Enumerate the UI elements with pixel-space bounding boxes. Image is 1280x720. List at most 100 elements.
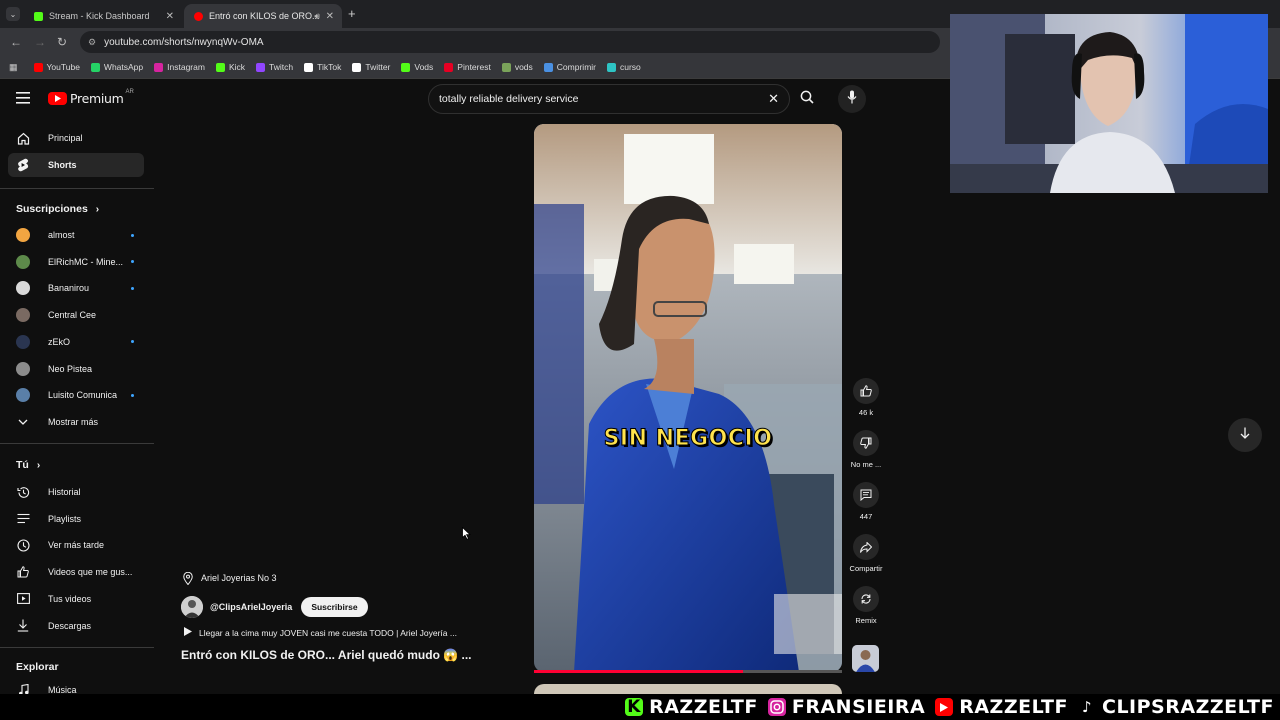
- bookmark-twitch[interactable]: Twitch: [256, 62, 293, 72]
- search-input[interactable]: totally reliable delivery service ✕: [428, 84, 790, 114]
- video-progress-bar[interactable]: [534, 670, 842, 673]
- search-button[interactable]: [790, 84, 824, 114]
- bookmark-pinterest[interactable]: Pinterest: [444, 62, 491, 72]
- sidebar-item-shorts[interactable]: Shorts: [8, 153, 144, 177]
- banner-handle: RAZZELTF: [649, 696, 758, 718]
- bookmark-youtube[interactable]: YouTube: [33, 62, 80, 72]
- subscription-item[interactable]: Luisito Comunica: [8, 383, 144, 407]
- bookmark-label: YouTube: [46, 62, 80, 72]
- dislike-button[interactable]: No me ...: [848, 430, 884, 469]
- bookmark-label: Kick: [228, 62, 245, 72]
- explore-title: Explorar: [16, 661, 59, 673]
- subscription-item[interactable]: zEkO: [8, 330, 144, 354]
- location-pin-icon: [181, 571, 195, 585]
- sidebar-item-principal[interactable]: Principal: [8, 126, 144, 150]
- location-tag[interactable]: Ariel Joyerias No 3: [181, 568, 501, 588]
- subscription-name: almost: [48, 230, 75, 240]
- sidebar-divider: [0, 188, 154, 189]
- related-video-title: Llegar a la cima muy JOVEN casi me cuest…: [199, 627, 457, 638]
- channel-avatar[interactable]: [181, 596, 203, 618]
- subscription-item[interactable]: Bananirou: [8, 276, 144, 300]
- banner-handle: RAZZELTF: [959, 696, 1068, 718]
- bookmark-twitter-icon: [352, 62, 362, 72]
- like-button[interactable]: 46 k: [848, 378, 884, 417]
- your-videos-icon: [16, 592, 30, 606]
- comments-button[interactable]: 447: [848, 482, 884, 521]
- bookmark-kick[interactable]: Kick: [215, 62, 245, 72]
- clear-search-icon[interactable]: ✕: [768, 91, 779, 107]
- short-video-player[interactable]: SIN NEGOCIO: [534, 124, 842, 672]
- subscriptions-heading[interactable]: Suscripciones ›: [16, 203, 99, 215]
- location-name: Ariel Joyerias No 3: [201, 573, 277, 583]
- arrow-down-icon: [1240, 426, 1250, 444]
- subscription-name: Central Cee: [48, 310, 97, 321]
- subscription-item[interactable]: ElRichMC - Mine...: [8, 250, 144, 274]
- video-frame: [534, 124, 842, 672]
- subscribe-button[interactable]: Suscribirse: [301, 597, 368, 617]
- tab-search-button[interactable]: ⌄: [6, 7, 20, 21]
- youtube-premium-logo[interactable]: Premium AR: [48, 89, 134, 106]
- new-tab-icon[interactable]: +: [348, 6, 356, 21]
- new-content-dot: [131, 233, 134, 237]
- voice-search-button[interactable]: [838, 85, 866, 113]
- bookmark-instagram-icon: [154, 62, 164, 72]
- bookmark-comprimir-icon: [543, 62, 553, 72]
- bookmark-instagram[interactable]: Instagram: [154, 62, 205, 72]
- bookmark-label: curso: [620, 62, 641, 72]
- sidebar-item-like[interactable]: Videos que me gus...: [8, 560, 144, 584]
- sidebar-item-label: Descargas: [48, 620, 92, 631]
- related-video-link[interactable]: Llegar a la cima muy JOVEN casi me cuest…: [181, 627, 501, 638]
- address-bar[interactable]: ⚙ youtube.com/shorts/nwynqWv-OMA: [80, 31, 940, 53]
- home-icon: [16, 131, 30, 145]
- bookmark-vods[interactable]: Vods: [401, 62, 433, 72]
- menu-icon[interactable]: [16, 91, 30, 109]
- new-content-dot: [131, 393, 134, 397]
- bookmark-tiktok[interactable]: TikTok: [304, 62, 341, 72]
- bookmark-curso-icon: [607, 62, 616, 72]
- bookmark-twitter[interactable]: Twitter: [352, 62, 390, 72]
- subscription-item[interactable]: Central Cee: [8, 303, 144, 327]
- share-button[interactable]: Compartir: [848, 534, 884, 573]
- bookmark-comprimir[interactable]: Comprimir: [543, 62, 596, 72]
- tab-youtube-short[interactable]: Entró con KILOS de ORO... 🔊︎ ✕: [184, 4, 342, 28]
- short-title[interactable]: Entró con KILOS de ORO... Ariel quedó mu…: [181, 648, 501, 662]
- bookmark-label: vods: [514, 62, 533, 72]
- bookmark-whatsapp[interactable]: WhatsApp: [90, 62, 143, 72]
- remix-button[interactable]: Remix: [848, 586, 884, 625]
- forward-icon[interactable]: →: [34, 35, 46, 49]
- show-more-button[interactable]: Mostrar más: [8, 410, 144, 434]
- you-title: Tú: [16, 459, 29, 471]
- logo-text: Premium: [70, 91, 124, 106]
- channel-handle[interactable]: @ClipsArielJoyeria: [210, 602, 292, 612]
- bookmark-pinterest-icon: [444, 62, 454, 72]
- next-short-button[interactable]: [1228, 418, 1262, 452]
- close-tab-icon[interactable]: ✕: [166, 11, 174, 22]
- channel-avatar: [16, 281, 30, 296]
- subscription-name: ElRichMC - Mine...: [48, 256, 124, 267]
- tab-kick-dashboard[interactable]: Stream - Kick Dashboard ✕: [24, 4, 182, 28]
- history-icon: [16, 485, 30, 499]
- reload-icon[interactable]: ↻: [57, 35, 67, 49]
- bookmark-vods[interactable]: vods: [501, 62, 533, 72]
- sidebar-item-playlists[interactable]: Playlists: [8, 507, 144, 531]
- back-icon[interactable]: ←: [10, 35, 22, 49]
- share-icon: [853, 534, 879, 560]
- audio-playing-icon[interactable]: 🔊︎: [314, 11, 320, 22]
- banner-handle: FRANSIEIRA: [791, 696, 926, 718]
- close-tab-icon[interactable]: ✕: [326, 11, 334, 22]
- subscription-item[interactable]: almost: [8, 223, 144, 247]
- apps-grid-icon[interactable]: ▦: [9, 62, 18, 73]
- sidebar-item-downloads[interactable]: Descargas: [8, 614, 144, 638]
- you-heading[interactable]: Tú ›: [16, 459, 40, 471]
- sidebar-item-your-videos[interactable]: Tus videos: [8, 587, 144, 611]
- sidebar-item-history[interactable]: Historial: [8, 480, 144, 504]
- audio-thumbnail[interactable]: [852, 645, 879, 672]
- channel-avatar: [16, 334, 30, 349]
- subscription-item[interactable]: Neo Pistea: [8, 357, 144, 381]
- bookmark-curso[interactable]: curso: [607, 62, 641, 72]
- site-info-icon[interactable]: ⚙: [88, 37, 96, 48]
- like-count: 46 k: [858, 408, 874, 417]
- bookmark-label: Pinterest: [457, 62, 491, 72]
- show-more-label: Mostrar más: [48, 417, 99, 427]
- sidebar-item-watch-later[interactable]: Ver más tarde: [8, 533, 144, 557]
